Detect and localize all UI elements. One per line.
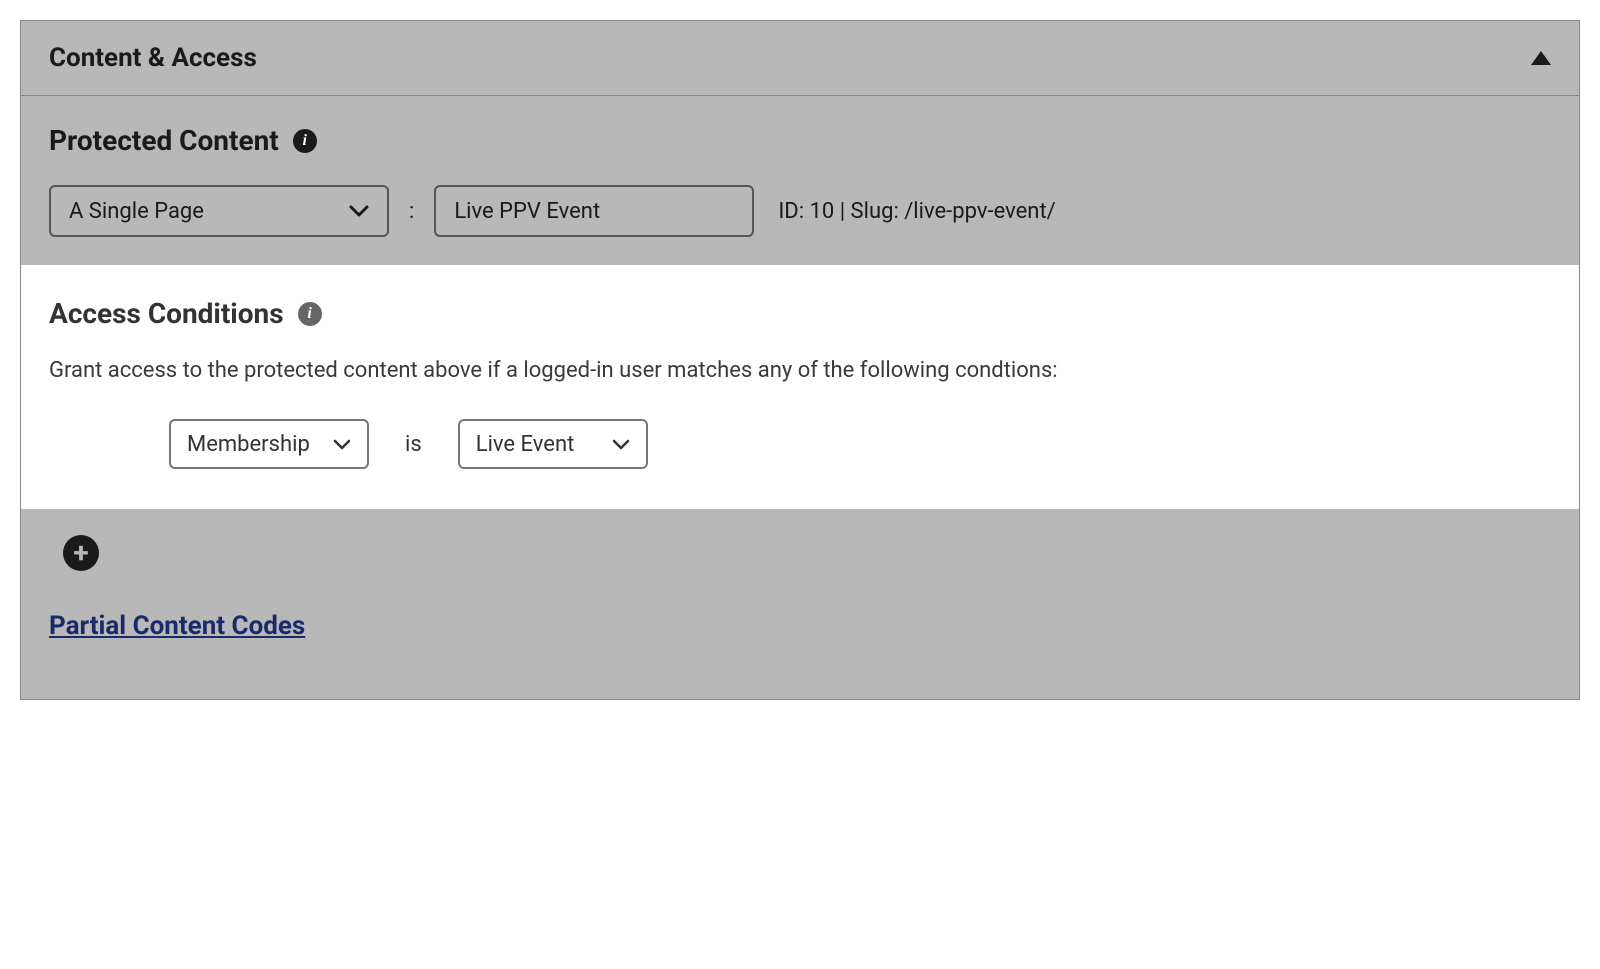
add-condition-button[interactable] (63, 535, 99, 571)
content-item-select[interactable]: Live PPV Event (434, 185, 754, 237)
info-icon[interactable]: i (298, 302, 322, 326)
panel-body: Protected Content i A Single Page : Live… (21, 96, 1579, 699)
panel-header[interactable]: Content & Access (21, 21, 1579, 96)
content-meta: ID: 10 | Slug: /live-ppv-event/ (778, 199, 1055, 224)
collapse-caret-icon (1531, 51, 1551, 65)
chevron-down-icon (333, 439, 351, 450)
access-conditions-heading: Access Conditions i (49, 297, 1551, 330)
condition-field-value: Membership (187, 432, 333, 457)
access-conditions-title: Access Conditions (49, 297, 284, 330)
partial-content-codes-link[interactable]: Partial Content Codes (49, 611, 305, 641)
content-type-value: A Single Page (69, 199, 204, 224)
content-access-panel: Content & Access Protected Content i A S… (20, 20, 1580, 700)
condition-field-select[interactable]: Membership (169, 419, 369, 469)
chevron-down-icon (349, 205, 369, 217)
protected-content-row: A Single Page : Live PPV Event ID: 10 | … (49, 185, 1551, 237)
condition-row: Membership is Live Event (169, 419, 1551, 469)
access-description: Grant access to the protected content ab… (49, 358, 1551, 383)
colon-separator: : (405, 199, 418, 224)
info-icon[interactable]: i (293, 129, 317, 153)
access-conditions-section: Access Conditions i Grant access to the … (21, 265, 1579, 509)
panel-title: Content & Access (49, 43, 257, 73)
content-type-select[interactable]: A Single Page (49, 185, 389, 237)
protected-content-heading: Protected Content i (49, 124, 1551, 157)
protected-content-title: Protected Content (49, 124, 279, 157)
condition-operator: is (405, 432, 422, 457)
condition-value-text: Live Event (476, 432, 575, 457)
chevron-down-icon (612, 439, 630, 450)
condition-value-select[interactable]: Live Event (458, 419, 648, 469)
content-item-value: Live PPV Event (454, 199, 600, 224)
